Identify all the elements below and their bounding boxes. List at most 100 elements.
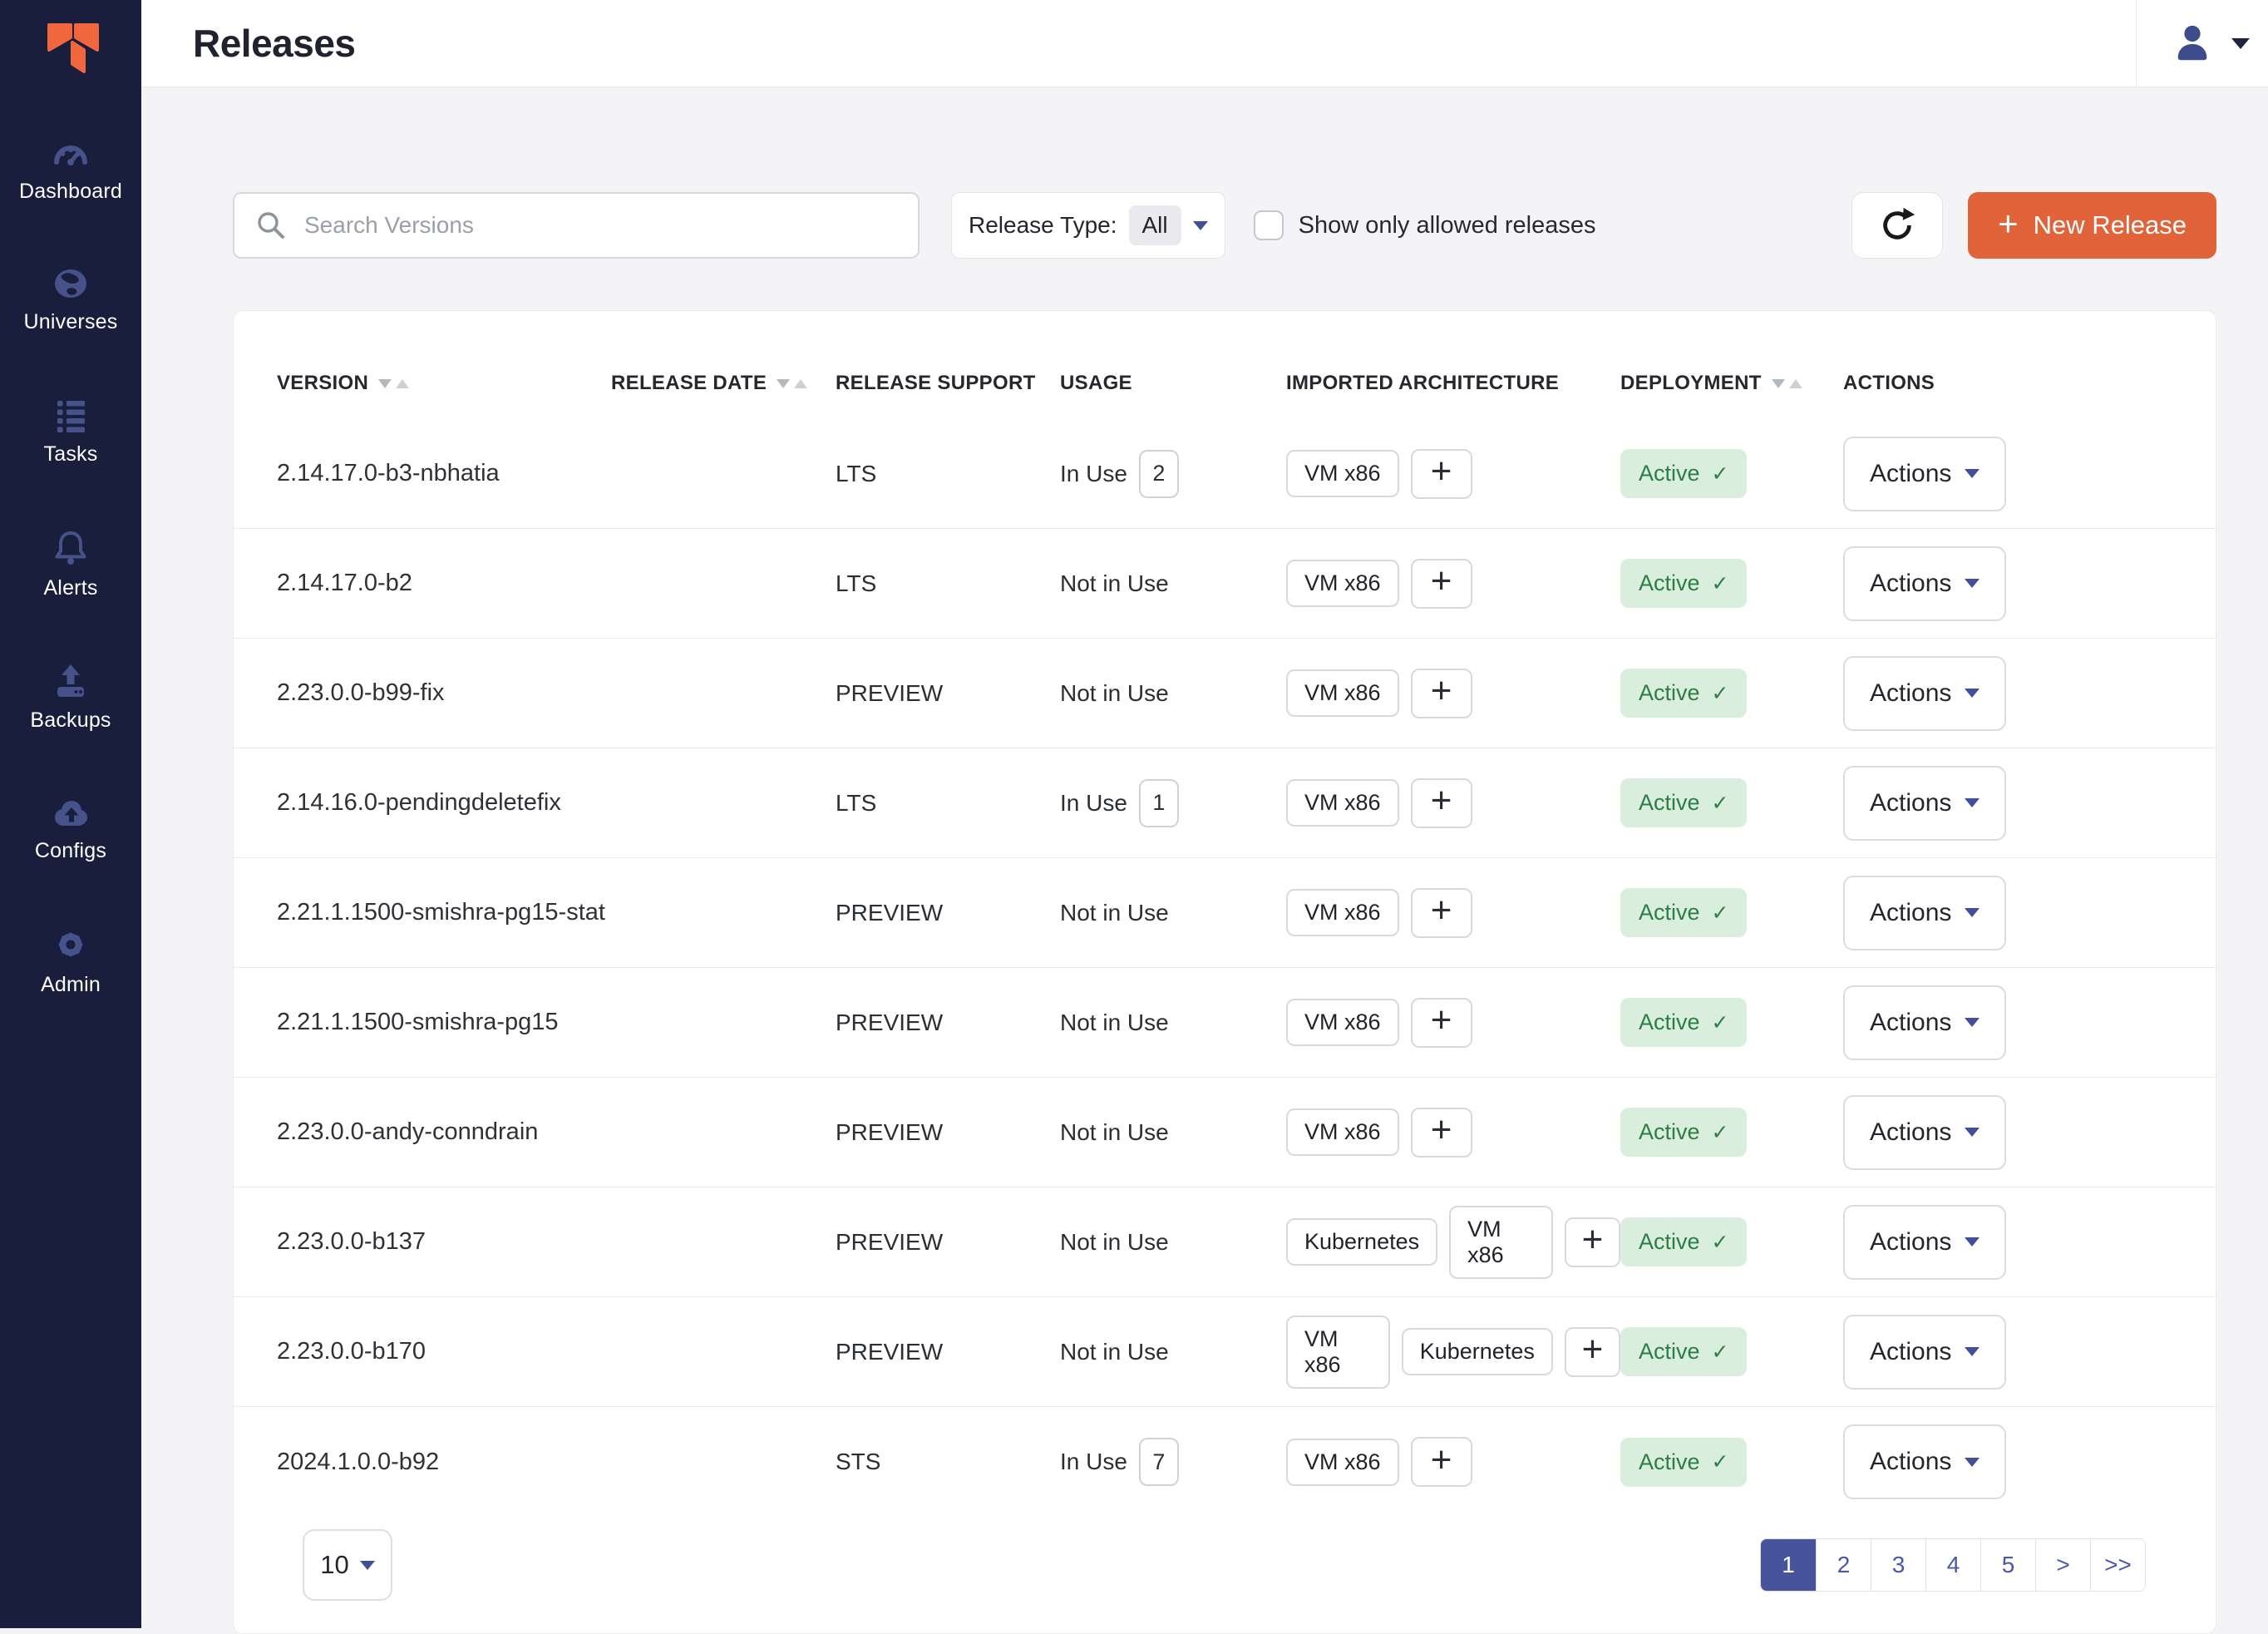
actions-button[interactable]: Actions	[1843, 1095, 2006, 1170]
yugabyte-logo-icon[interactable]	[37, 17, 104, 93]
pagination-page[interactable]: 2	[1816, 1539, 1871, 1591]
search-input[interactable]	[303, 211, 898, 239]
refresh-button[interactable]	[1851, 192, 1943, 259]
sidebar-item-alerts[interactable]: Alerts	[0, 528, 141, 600]
usage-cell: In Use 1	[1060, 779, 1286, 827]
add-architecture-button[interactable]: +	[1411, 559, 1472, 609]
show-allowed-checkbox[interactable]	[1254, 210, 1284, 240]
sidebar-item-label: Backups	[30, 708, 111, 733]
deployment-cell: Active ✓	[1620, 778, 1843, 827]
usage-cell: Not in Use	[1060, 1010, 1286, 1036]
usage-cell: Not in Use	[1060, 1339, 1286, 1365]
check-icon: ✓	[1712, 901, 1729, 926]
architecture-chips: VM x86+	[1286, 1108, 1620, 1158]
actions-button-label: Actions	[1870, 899, 1951, 927]
column-label: VERSION	[277, 372, 368, 395]
actions-button-label: Actions	[1870, 1118, 1951, 1147]
pagination-page[interactable]: 5	[1980, 1539, 2035, 1591]
pagination-next[interactable]: >	[2035, 1539, 2090, 1591]
architecture-chips: VM x86Kubernetes+	[1286, 1316, 1620, 1389]
actions-button[interactable]: Actions	[1843, 766, 2006, 841]
sort-asc-icon	[1789, 379, 1802, 388]
architecture-chips: VM x86+	[1286, 669, 1620, 718]
user-menu[interactable]	[2137, 22, 2268, 64]
add-architecture-button[interactable]: +	[1411, 998, 1472, 1048]
sidebar-item-label: Admin	[41, 973, 101, 997]
release-type-dropdown[interactable]: Release Type: All	[951, 192, 1225, 259]
column-header-deployment[interactable]: DEPLOYMENT	[1620, 372, 1843, 395]
add-architecture-button[interactable]: +	[1411, 888, 1472, 938]
deployment-status-label: Active	[1639, 680, 1700, 706]
actions-button[interactable]: Actions	[1843, 437, 2006, 511]
actions-button[interactable]: Actions	[1843, 985, 2006, 1060]
check-icon: ✓	[1712, 681, 1729, 706]
column-label: DEPLOYMENT	[1620, 372, 1762, 395]
usage-cell: In Use 2	[1060, 450, 1286, 498]
release-support-cell: PREVIEW	[836, 1339, 1060, 1365]
deployment-status-badge: Active ✓	[1620, 778, 1747, 827]
sidebar-item-configs[interactable]: Configs	[0, 794, 141, 863]
architecture-chip: VM x86	[1286, 999, 1399, 1046]
caret-down-icon	[1965, 1018, 1980, 1027]
actions-button[interactable]: Actions	[1843, 876, 2006, 950]
usage-cell: Not in Use	[1060, 1229, 1286, 1256]
sort-icons	[1772, 379, 1802, 388]
actions-button-label: Actions	[1870, 1009, 1951, 1037]
column-header-release-support: RELEASE SUPPORT	[836, 372, 1060, 395]
add-architecture-button[interactable]: +	[1411, 1437, 1472, 1487]
sidebar-item-tasks[interactable]: Tasks	[0, 396, 141, 467]
table-footer: 10 1 2 3 4 5 > >>	[234, 1525, 2216, 1605]
pagination-page[interactable]: 1	[1761, 1539, 1816, 1591]
sidebar-item-backups[interactable]: Backups	[0, 662, 141, 733]
actions-button[interactable]: Actions	[1843, 1315, 2006, 1390]
actions-button[interactable]: Actions	[1843, 546, 2006, 621]
sidebar-item-label: Configs	[35, 839, 106, 863]
sidebar-item-dashboard[interactable]: Dashboard	[0, 133, 141, 204]
sidebar-item-label: Dashboard	[19, 180, 122, 204]
new-release-button[interactable]: + New Release	[1968, 192, 2216, 259]
architecture-chip: VM x86	[1286, 450, 1399, 497]
version-cell: 2.23.0.0-b99-fix	[277, 679, 611, 707]
sidebar-item-universes[interactable]: Universes	[0, 265, 141, 334]
caret-down-icon	[1965, 1128, 1980, 1137]
check-icon: ✓	[1712, 571, 1729, 596]
add-architecture-button[interactable]: +	[1565, 1217, 1620, 1267]
table-row: 2.23.0.0-b99-fix PREVIEW Not in Use VM x…	[234, 639, 2216, 748]
release-support-cell: LTS	[836, 570, 1060, 597]
deployment-status-badge: Active ✓	[1620, 1108, 1747, 1157]
architecture-chips: VM x86 +	[1286, 998, 1620, 1048]
add-architecture-button[interactable]: +	[1565, 1327, 1620, 1377]
table-row: 2.23.0.0-andy-conndrain PREVIEW Not in U…	[234, 1078, 2216, 1187]
release-support-cell: PREVIEW	[836, 1010, 1060, 1036]
table-row: 2.14.17.0-b2 LTS Not in Use VM x86+ Acti…	[234, 529, 2216, 639]
actions-cell: Actions	[1843, 1424, 2182, 1499]
actions-button[interactable]: Actions	[1843, 1424, 2006, 1499]
architecture-chip: VM x86	[1449, 1206, 1553, 1279]
actions-button-label: Actions	[1870, 679, 1951, 708]
actions-button[interactable]: Actions	[1843, 656, 2006, 731]
pagination-page[interactable]: 3	[1871, 1539, 1925, 1591]
usage-cell: Not in Use	[1060, 680, 1286, 707]
add-architecture-button[interactable]: +	[1411, 669, 1472, 718]
sidebar-item-label: Alerts	[43, 576, 97, 600]
sort-asc-icon	[794, 379, 807, 388]
pagination-last[interactable]: >>	[2090, 1539, 2145, 1591]
version-cell: 2.23.0.0-b170	[277, 1338, 611, 1365]
column-header-release-date[interactable]: RELEASE DATE	[611, 372, 836, 395]
pagination-page[interactable]: 4	[1925, 1539, 1980, 1591]
sidebar-item-admin[interactable]: Admin	[0, 925, 141, 997]
sort-desc-icon	[1772, 379, 1785, 388]
actions-button[interactable]: Actions	[1843, 1205, 2006, 1280]
add-architecture-button[interactable]: +	[1411, 1108, 1472, 1158]
architecture-chip: Kubernetes	[1402, 1328, 1553, 1375]
check-icon: ✓	[1712, 791, 1729, 816]
usage-cell: Not in Use	[1060, 570, 1286, 597]
deployment-status-badge: Active ✓	[1620, 669, 1747, 718]
page-size-dropdown[interactable]: 10	[303, 1529, 392, 1601]
add-architecture-button[interactable]: +	[1411, 778, 1472, 828]
column-header-version[interactable]: VERSION	[277, 372, 611, 395]
table-row: 2.14.17.0-b3-nbhatia LTS In Use 2 VM x86…	[234, 419, 2216, 529]
add-architecture-button[interactable]: +	[1411, 449, 1472, 499]
sidebar-item-label: Tasks	[44, 442, 98, 467]
chevron-down-icon	[360, 1561, 375, 1570]
